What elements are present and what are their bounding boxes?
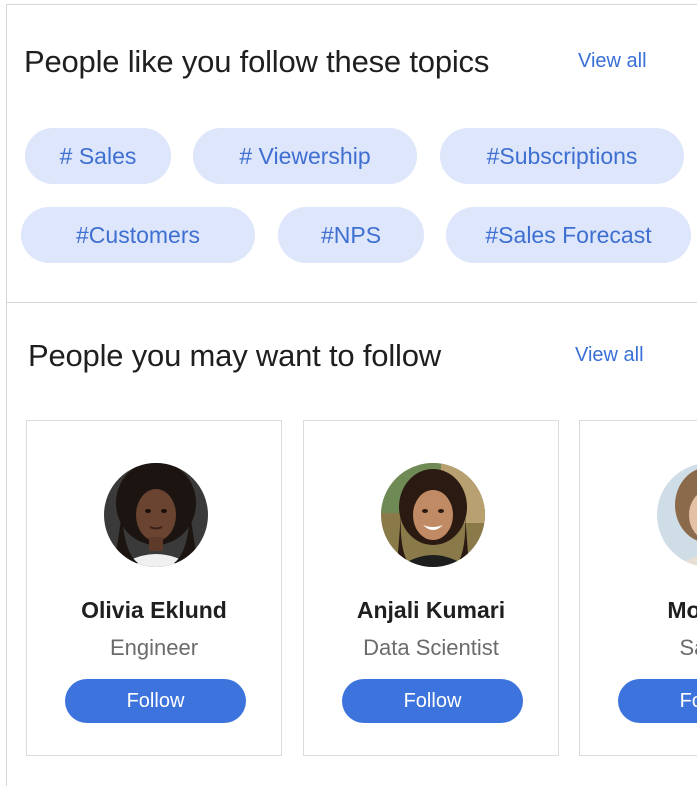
follow-button[interactable]: Follow	[618, 679, 697, 723]
panel-content: People like you follow these topics View…	[0, 0, 697, 786]
person-card: Olivia Eklund Engineer Follow	[26, 420, 282, 756]
topic-chip-nps[interactable]: #NPS	[278, 207, 424, 263]
person-role: Sales	[679, 635, 697, 660]
person-card: Anjali Kumari Data Scientist Follow	[303, 420, 559, 756]
avatar-photo-olivia	[104, 463, 208, 567]
avatar[interactable]	[657, 463, 697, 567]
section-divider	[6, 302, 697, 303]
people-view-all-link[interactable]: View all	[575, 344, 644, 367]
topic-chip-sales-forecast[interactable]: #Sales Forecast	[446, 207, 691, 263]
people-section-title: People you may want to follow	[28, 338, 441, 373]
person-role: Engineer	[109, 635, 199, 660]
avatar[interactable]	[381, 463, 485, 567]
person-role: Data Scientist	[363, 635, 499, 660]
follow-button[interactable]: Follow	[342, 679, 523, 723]
recommendations-panel: People like you follow these topics View…	[0, 0, 697, 786]
topics-view-all-link[interactable]: View all	[578, 50, 647, 73]
person-name: Anjali Kumari	[356, 597, 506, 623]
person-name: Monika	[667, 597, 697, 623]
avatar[interactable]	[104, 463, 208, 567]
avatar-photo-monika	[657, 463, 697, 567]
topic-chip-viewership[interactable]: # Viewership	[193, 128, 417, 184]
topic-chip-customers[interactable]: #Customers	[21, 207, 255, 263]
follow-button[interactable]: Follow	[65, 679, 246, 723]
topics-section-title: People like you follow these topics	[24, 44, 490, 79]
avatar-photo-anjali	[381, 463, 485, 567]
person-name: Olivia Eklund	[81, 597, 227, 623]
topic-chip-sales[interactable]: # Sales	[25, 128, 171, 184]
topic-chip-subscriptions[interactable]: #Subscriptions	[440, 128, 684, 184]
person-card: Monika Sales Follow	[579, 420, 697, 756]
